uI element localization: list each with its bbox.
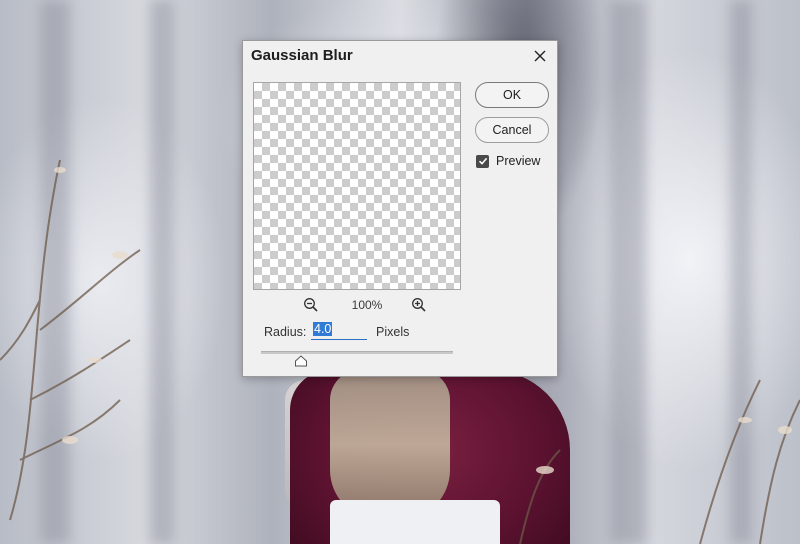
slider-thumb-icon <box>295 355 307 367</box>
zoom-in-button[interactable] <box>411 297 427 313</box>
zoom-controls: 100% <box>253 295 461 315</box>
zoom-level: 100% <box>351 298 383 312</box>
zoom-out-button[interactable] <box>303 297 319 313</box>
preview-canvas[interactable] <box>253 82 461 290</box>
units-label: Pixels <box>376 325 410 339</box>
dialog-title: Gaussian Blur <box>251 47 353 64</box>
cancel-button[interactable]: Cancel <box>475 117 549 143</box>
zoom-in-icon <box>412 298 426 312</box>
preview-label: Preview <box>496 154 541 168</box>
radius-input[interactable]: 4.0 <box>311 322 367 340</box>
preview-checkbox-row[interactable]: Preview <box>476 153 540 169</box>
radius-value: 4.0 <box>313 322 333 336</box>
zoom-out-icon <box>304 298 318 312</box>
close-icon <box>534 50 546 62</box>
radius-label: Radius: <box>264 325 307 339</box>
preview-checkbox[interactable] <box>476 154 489 168</box>
dialog-titlebar[interactable]: Gaussian Blur <box>243 41 557 71</box>
radius-slider-thumb[interactable] <box>294 354 308 367</box>
radius-slider-track[interactable] <box>261 351 453 354</box>
checkmark-icon <box>478 157 487 165</box>
ok-button[interactable]: OK <box>475 82 549 108</box>
gaussian-blur-dialog: Gaussian Blur 100% Radius: 4.0 Pixels OK… <box>242 40 558 377</box>
close-button[interactable] <box>529 45 551 67</box>
